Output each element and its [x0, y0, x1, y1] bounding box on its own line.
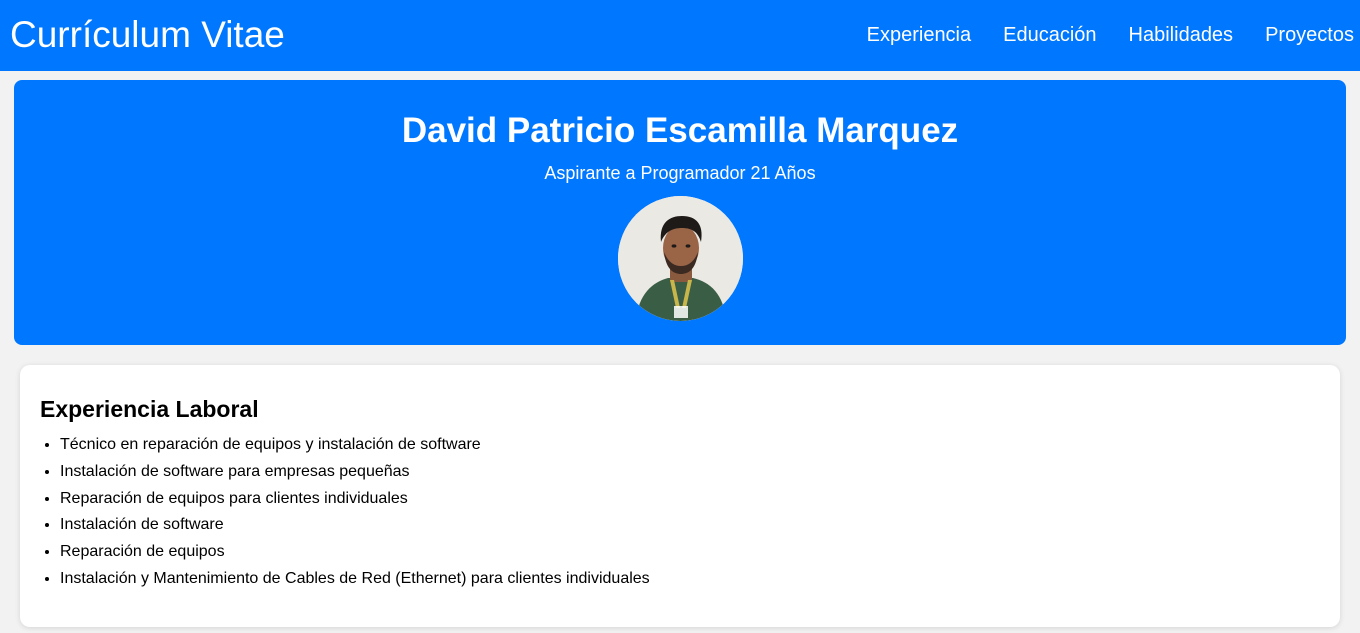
list-item: Instalación de software para empresas pe…	[60, 463, 650, 481]
experience-heading: Experiencia Laboral	[40, 396, 259, 422]
site-title: Currículum Vitae	[10, 14, 285, 55]
list-item: Instalación de software	[60, 516, 650, 534]
nav-link-habilidades[interactable]: Habilidades	[1129, 23, 1234, 47]
nav-link-experiencia[interactable]: Experiencia	[867, 23, 972, 47]
top-navbar: Currículum Vitae Experiencia Educación H…	[0, 0, 1360, 71]
profile-hero: David Patricio Escamilla Marquez Aspiran…	[14, 80, 1346, 345]
nav-link-educacion[interactable]: Educación	[1003, 23, 1096, 47]
profile-name: David Patricio Escamilla Marquez	[401, 111, 959, 150]
nav-link-proyectos[interactable]: Proyectos	[1265, 23, 1354, 47]
profile-photo	[618, 196, 743, 321]
list-item: Reparación de equipos	[60, 543, 650, 561]
main-nav: Experiencia Educación Habilidades Proyec…	[867, 23, 1354, 47]
list-item: Instalación y Mantenimiento de Cables de…	[60, 570, 650, 588]
experience-section: Experiencia Laboral Técnico en reparació…	[20, 365, 1340, 627]
person-portrait-icon	[618, 196, 743, 321]
experience-list: Técnico en reparación de equipos y insta…	[40, 436, 650, 597]
list-item: Técnico en reparación de equipos y insta…	[60, 436, 650, 454]
list-item: Reparación de equipos para clientes indi…	[60, 490, 650, 508]
profile-subtitle: Aspirante a Programador 21 Años	[544, 163, 816, 183]
